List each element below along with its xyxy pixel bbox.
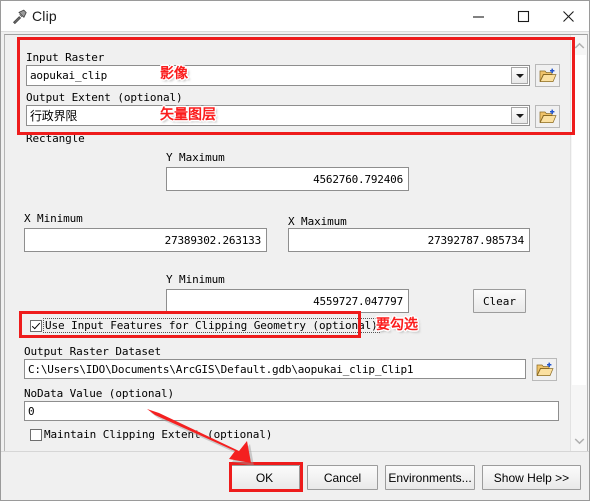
chevron-up-icon[interactable] <box>571 37 587 54</box>
chevron-down-icon[interactable] <box>571 432 587 449</box>
y-minimum-label: Y Minimum <box>166 273 225 286</box>
input-raster-combobox[interactable]: aopukai_clip <box>26 65 530 86</box>
x-maximum-value: 27392787.985734 <box>427 233 525 247</box>
output-extent-label: Output Extent (optional) <box>26 91 183 104</box>
show-help-button[interactable]: Show Help >> <box>482 465 581 490</box>
chevron-down-icon[interactable] <box>511 107 528 124</box>
maintain-clipping-extent-label: Maintain Clipping Extent (optional) <box>44 428 273 441</box>
form-panel: Input Raster aopukai_clip Output Extent … <box>4 34 588 452</box>
output-extent-browse-button[interactable] <box>535 105 560 128</box>
annotation-note-vector-layer: 矢量图层 <box>160 107 216 123</box>
y-minimum-value: 4559727.047797 <box>313 294 403 308</box>
cancel-button[interactable]: Cancel <box>307 465 378 490</box>
folder-open-add-icon <box>539 109 557 123</box>
ok-button[interactable]: OK <box>229 465 300 490</box>
y-maximum-value: 4562760.792406 <box>313 172 403 186</box>
x-minimum-input[interactable]: 27389302.263133 <box>24 228 267 252</box>
use-input-features-checkbox[interactable] <box>30 319 42 332</box>
output-raster-dataset-browse-button[interactable] <box>532 358 557 381</box>
output-extent-combobox[interactable]: 行政界限 <box>26 105 530 126</box>
hammer-icon <box>10 8 28 26</box>
annotation-note-image: 影像 <box>160 66 188 82</box>
window-title: Clip <box>32 8 57 24</box>
scrollbar-thumb[interactable] <box>572 55 586 385</box>
maintain-clipping-extent-checkbox[interactable] <box>30 428 42 441</box>
output-raster-dataset-input[interactable]: C:\Users\IDO\Documents\ArcGIS\Default.gd… <box>24 359 526 379</box>
x-maximum-label: X Maximum <box>288 215 347 228</box>
maintain-clipping-extent-checkbox-row[interactable]: Maintain Clipping Extent (optional) <box>30 428 272 441</box>
environments-button[interactable]: Environments... <box>385 465 475 490</box>
x-minimum-label: X Minimum <box>24 212 83 225</box>
folder-open-add-icon <box>539 68 557 82</box>
chevron-down-icon[interactable] <box>511 67 528 84</box>
folder-open-add-icon <box>536 362 554 376</box>
title-bar: Clip <box>1 1 589 32</box>
x-maximum-input[interactable]: 27392787.985734 <box>288 228 530 252</box>
input-raster-label: Input Raster <box>26 51 105 64</box>
input-raster-value: aopukai_clip <box>30 69 108 82</box>
nodata-value-value: 0 <box>28 404 35 418</box>
y-maximum-label: Y Maximum <box>166 151 225 164</box>
use-input-features-checkbox-row[interactable]: Use Input Features for Clipping Geometry… <box>30 318 380 333</box>
x-minimum-value: 27389302.263133 <box>164 233 262 247</box>
output-raster-dataset-value: C:\Users\IDO\Documents\ArcGIS\Default.gd… <box>28 362 414 376</box>
minimize-icon[interactable] <box>456 1 501 31</box>
nodata-value-input[interactable]: 0 <box>24 401 559 421</box>
close-icon[interactable] <box>546 1 589 31</box>
clear-button[interactable]: Clear <box>473 289 526 313</box>
maximize-icon[interactable] <box>501 1 546 31</box>
nodata-value-label: NoData Value (optional) <box>24 387 175 400</box>
dialog-footer: OK Cancel Environments... Show Help >> <box>1 451 589 500</box>
rectangle-label: Rectangle <box>26 132 85 145</box>
annotation-note-must-check: 要勾选 <box>376 317 418 333</box>
output-raster-dataset-label: Output Raster Dataset <box>24 345 161 358</box>
use-input-features-label: Use Input Features for Clipping Geometry… <box>43 318 380 333</box>
y-minimum-input[interactable]: 4559727.047797 <box>166 289 409 313</box>
clip-tool-dialog: Clip Input Raster aopukai_clip Output Ex… <box>0 0 590 501</box>
form-scrollbar[interactable] <box>570 35 587 451</box>
y-maximum-input[interactable]: 4562760.792406 <box>166 167 409 191</box>
output-extent-value: 行政界限 <box>30 109 78 123</box>
input-raster-browse-button[interactable] <box>535 64 560 87</box>
